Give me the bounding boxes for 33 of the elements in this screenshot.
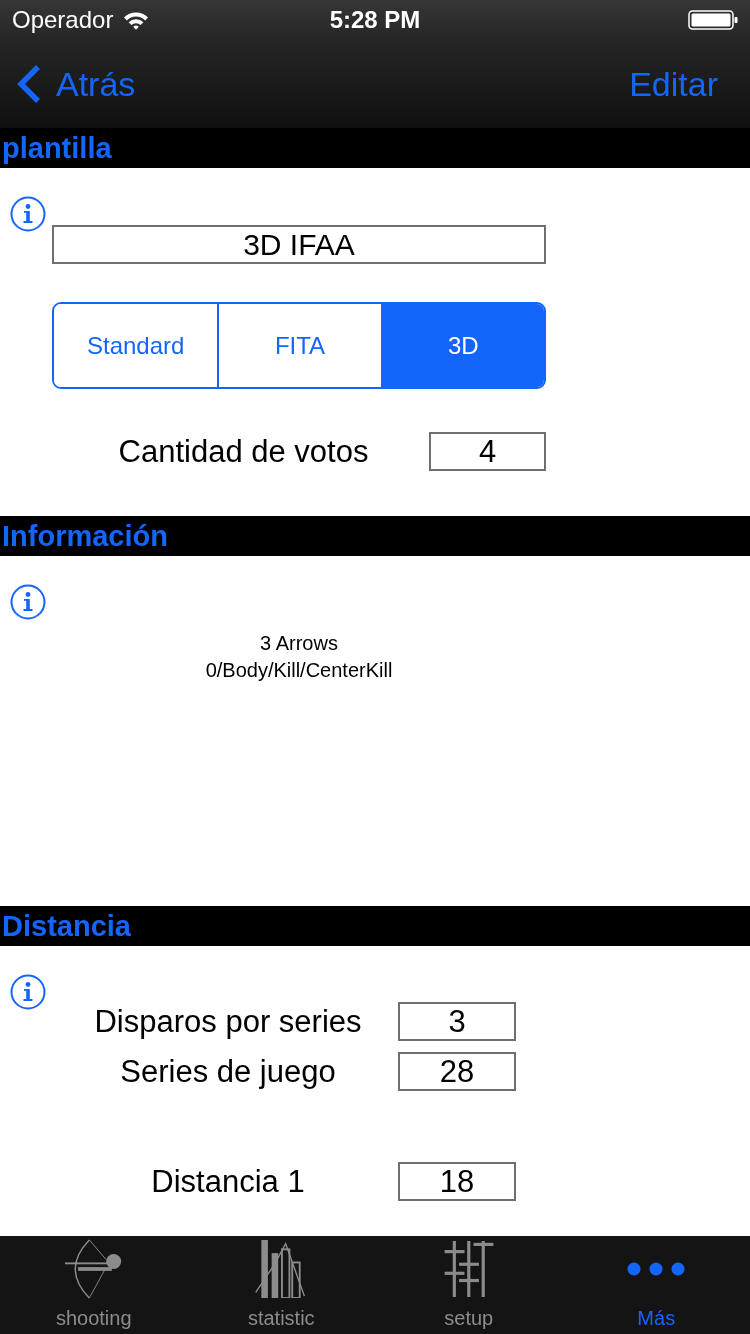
more-icon bbox=[627, 1262, 686, 1276]
section-header: Distancia bbox=[0, 906, 750, 946]
back-button[interactable]: Atrás bbox=[16, 64, 136, 104]
tab-item[interactable]: setup bbox=[375, 1236, 563, 1334]
field-label: Series de juego bbox=[120, 1052, 336, 1091]
info-icon[interactable] bbox=[10, 974, 46, 1010]
tab-item[interactable]: statistic bbox=[187, 1236, 375, 1334]
value-field[interactable]: 4 bbox=[429, 432, 546, 471]
tab-item[interactable]: shooting bbox=[0, 1236, 188, 1334]
bow-and-arrow-icon bbox=[63, 1239, 124, 1299]
field-label: Distancia 1 bbox=[151, 1162, 305, 1201]
info-icon[interactable] bbox=[10, 584, 46, 620]
info-text: 0/Body/Kill/CenterKill bbox=[204, 658, 394, 683]
field-label: Cantidad de votos bbox=[118, 432, 369, 471]
name-field[interactable]: 3D IFAA bbox=[52, 225, 546, 264]
carrier-name: Operador bbox=[12, 6, 114, 34]
section-header: Información bbox=[0, 516, 750, 556]
value-field[interactable]: 18 bbox=[398, 1162, 516, 1201]
sliders-icon bbox=[442, 1241, 495, 1297]
info-icon[interactable] bbox=[10, 196, 46, 232]
chevron-left-icon bbox=[16, 64, 42, 104]
info-text: 3 Arrows bbox=[259, 631, 339, 656]
value-field[interactable]: 28 bbox=[398, 1052, 516, 1091]
battery-icon bbox=[688, 10, 738, 30]
field-label: Disparos por series bbox=[94, 1002, 362, 1041]
tab-item[interactable]: Más bbox=[562, 1236, 750, 1334]
value-field[interactable]: 3 bbox=[398, 1002, 516, 1041]
edit-button[interactable]: Editar bbox=[629, 64, 718, 104]
clock-time: 5:28 PM bbox=[329, 6, 421, 34]
bar-chart-icon bbox=[255, 1240, 308, 1298]
wifi-icon bbox=[123, 10, 150, 30]
section-header: plantilla bbox=[0, 128, 750, 168]
segment-option[interactable]: 3D bbox=[380, 304, 544, 387]
